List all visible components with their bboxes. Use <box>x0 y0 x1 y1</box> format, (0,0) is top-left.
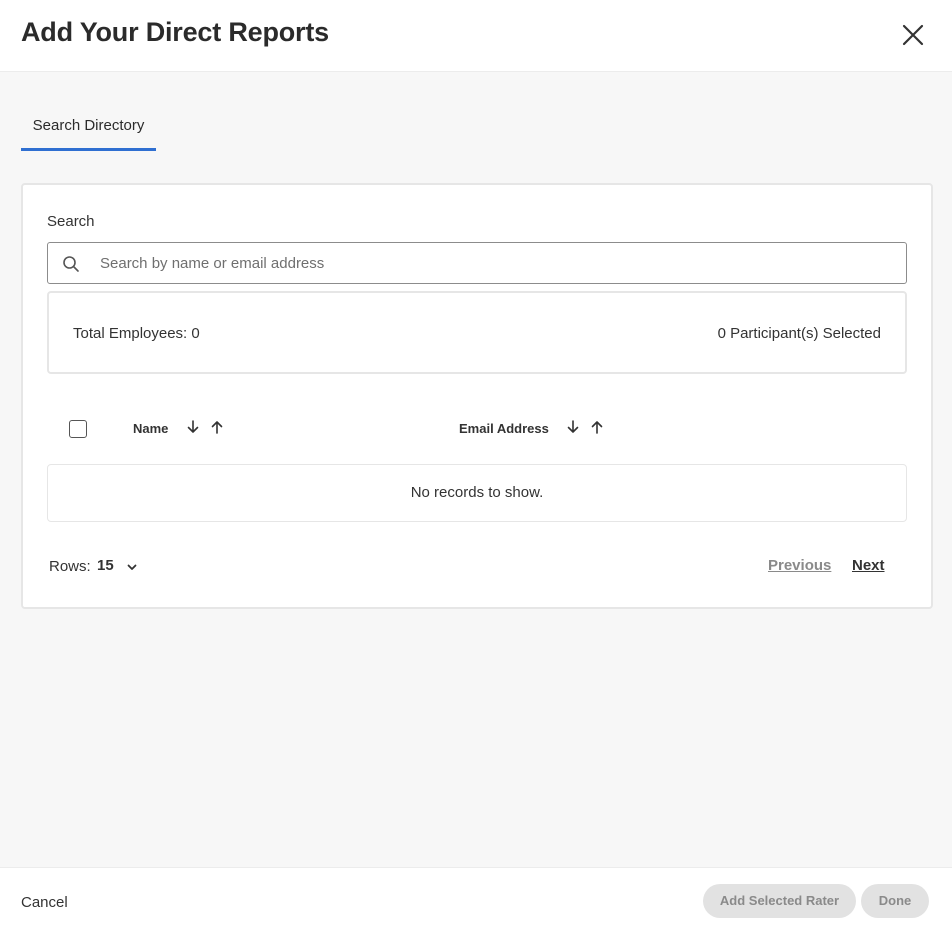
sort-asc-email-icon[interactable] <box>590 419 604 435</box>
search-icon <box>63 256 79 272</box>
tab-search-directory[interactable]: Search Directory <box>21 116 156 151</box>
dialog-title: Add Your Direct Reports <box>21 17 329 47</box>
selected-count: 0 Participant(s) Selected <box>717 325 881 342</box>
search-input[interactable] <box>100 244 890 282</box>
add-selected-rater-button[interactable]: Add Selected Rater <box>703 884 856 918</box>
rows-value: 15 <box>97 557 114 574</box>
close-icon <box>902 24 924 46</box>
chevron-down-icon <box>127 564 137 570</box>
previous-page-link[interactable]: Previous <box>768 557 831 574</box>
select-all-checkbox[interactable] <box>69 420 87 438</box>
sort-desc-name-icon[interactable] <box>186 419 200 435</box>
empty-table-message: No records to show. <box>47 464 907 522</box>
search-label: Search <box>47 213 95 230</box>
done-button[interactable]: Done <box>861 884 929 918</box>
column-header-name: Name <box>133 421 169 436</box>
cancel-button[interactable]: Cancel <box>21 894 68 911</box>
search-directory-panel: Search Total Employees: 0 0 Participant(… <box>21 183 933 609</box>
search-field <box>47 242 907 284</box>
dialog-footer: Cancel Add Selected Rater Done <box>0 867 952 930</box>
rows-label: Rows: <box>49 558 91 575</box>
sort-asc-name-icon[interactable] <box>210 419 224 435</box>
total-employees: Total Employees: 0 <box>73 325 200 342</box>
dialog-header: Add Your Direct Reports <box>0 0 952 72</box>
next-page-link[interactable]: Next <box>852 557 885 574</box>
column-header-email: Email Address <box>459 421 549 436</box>
summary-panel: Total Employees: 0 0 Participant(s) Sele… <box>47 291 907 374</box>
rows-per-page-select[interactable]: 15 <box>97 557 137 577</box>
close-button[interactable] <box>898 20 928 50</box>
sort-desc-email-icon[interactable] <box>566 419 580 435</box>
tab-label: Search Directory <box>32 117 145 134</box>
